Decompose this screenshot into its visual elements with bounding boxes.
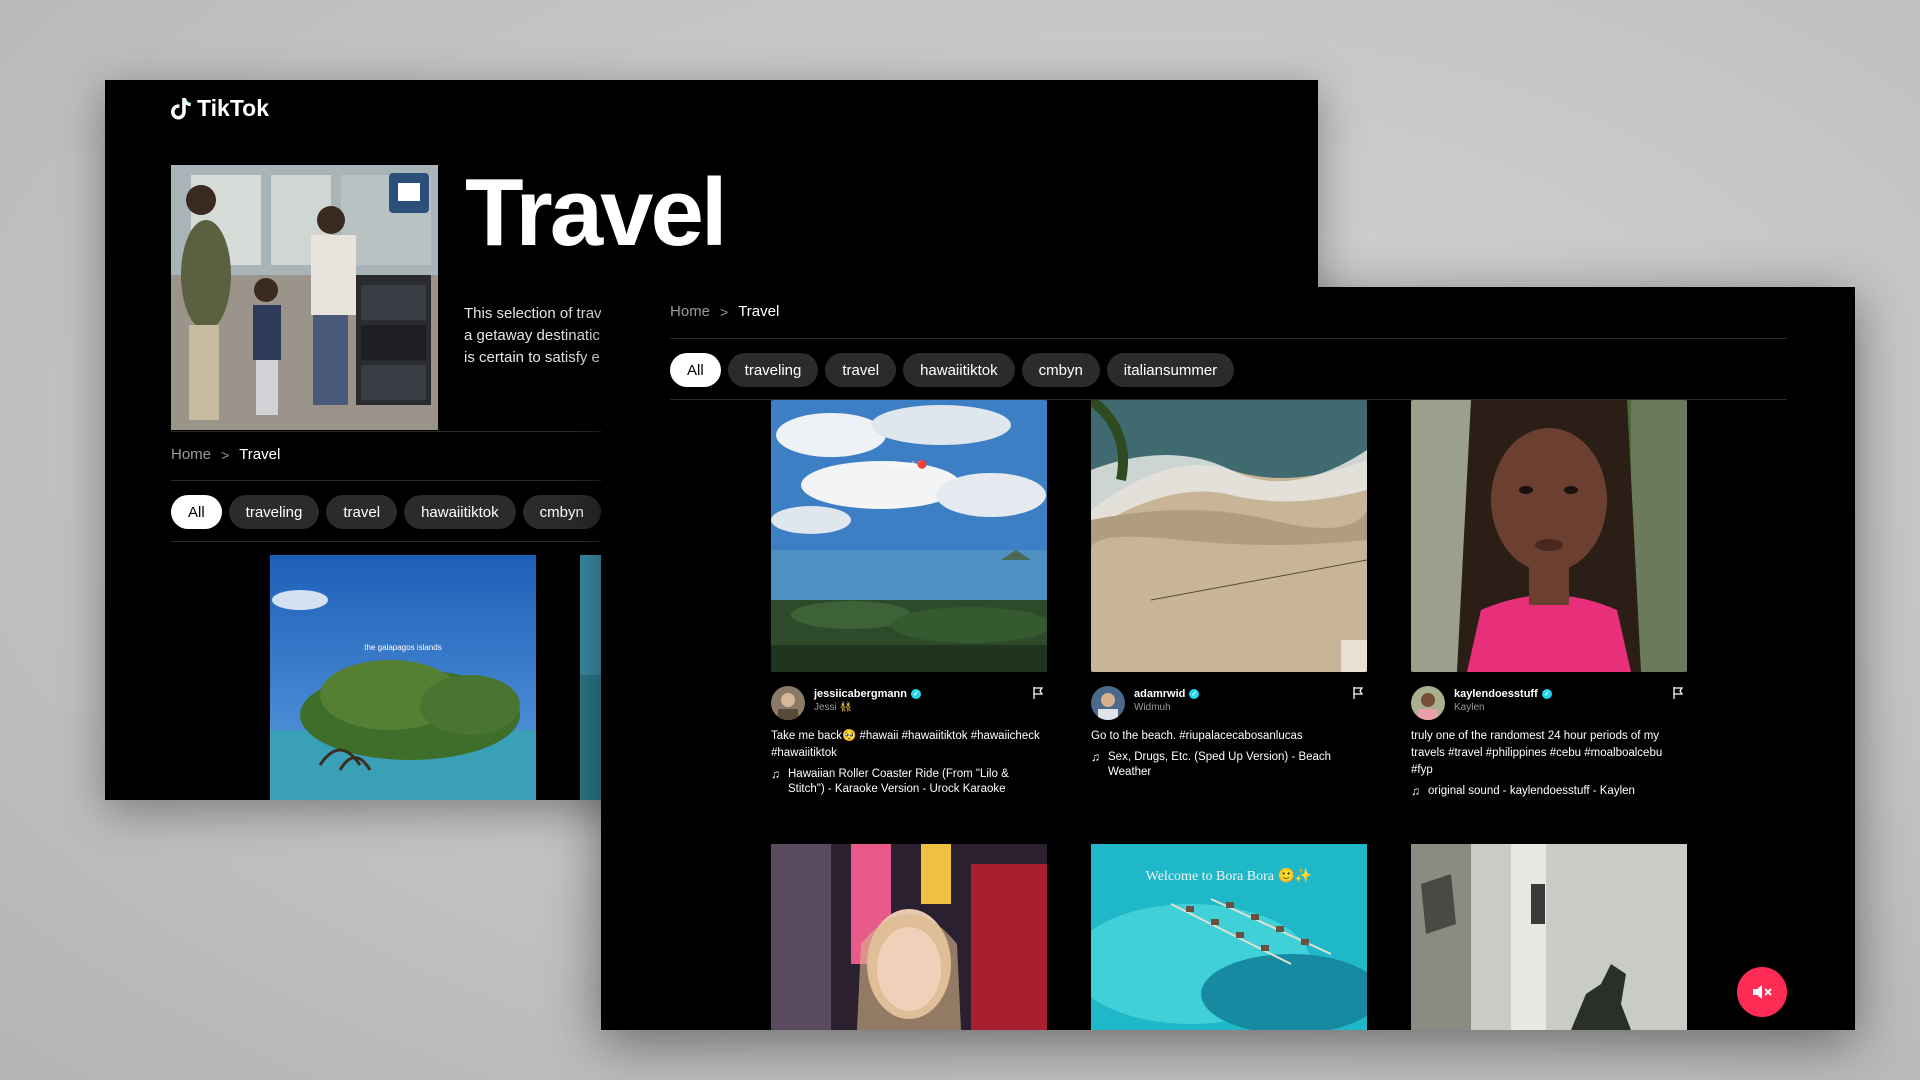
tag-chip-cmbyn[interactable]: cmbyn	[1021, 353, 1100, 387]
description-line: a getaway destinatic	[464, 327, 600, 344]
tag-chip-hawaiitiktok[interactable]: hawaiitiktok	[404, 495, 516, 529]
foreground-window: Home > Travel All traveling travel hawai…	[601, 287, 1855, 1030]
description-line: is certain to satisfy e	[464, 349, 600, 366]
flag-icon[interactable]	[1671, 686, 1685, 700]
username-text: kaylendoesstuff	[1454, 688, 1538, 700]
breadcrumb-home-link[interactable]: Home	[670, 303, 710, 320]
video-thumbnail[interactable]	[771, 844, 1047, 1030]
mute-toggle-button[interactable]	[1737, 967, 1787, 1017]
nickname: Kaylen	[1454, 702, 1485, 713]
tiktok-logo-icon	[171, 97, 192, 120]
tag-chip-travel[interactable]: travel	[326, 495, 398, 529]
avatar[interactable]	[1411, 686, 1445, 720]
tag-chip-italiansummer[interactable]: italiansummer	[1106, 353, 1235, 387]
thumbnail-overlay-text: Hawaii 🔴	[891, 460, 928, 469]
hero-image	[171, 165, 438, 430]
nickname: Widmuh	[1134, 702, 1171, 713]
avatar[interactable]	[1091, 686, 1125, 720]
tag-chip-traveling[interactable]: traveling	[228, 495, 320, 529]
speaker-muted-icon	[1753, 985, 1772, 999]
thumbnail-overlay-text: Welcome to Bora Bora 🙂✨	[1145, 869, 1313, 884]
video-thumbnail[interactable]	[1091, 400, 1367, 672]
tag-filter-bar: All traveling travel hawaiitiktok cmbyn	[171, 495, 601, 529]
tiktok-logo[interactable]: TikTok	[171, 95, 269, 122]
username[interactable]: jessiicabergmann ✓	[814, 688, 921, 700]
breadcrumb-current: Travel	[738, 303, 780, 320]
avatar[interactable]	[771, 686, 805, 720]
divider	[670, 338, 1787, 339]
tag-chip-traveling[interactable]: traveling	[727, 353, 819, 387]
username[interactable]: adamrwid ✓	[1134, 688, 1200, 700]
tag-chip-travel[interactable]: travel	[825, 353, 897, 387]
username-text: jessiicabergmann	[814, 688, 907, 700]
video-card[interactable]: kaylendoesstuff ✓ Kaylen truly one of th…	[1411, 400, 1687, 799]
video-author: kaylendoesstuff ✓ Kaylen	[1411, 686, 1687, 720]
verified-badge-icon: ✓	[910, 689, 921, 699]
video-thumbnail[interactable]: Hawaii 🔴	[771, 400, 1047, 672]
chevron-right-icon: >	[221, 446, 230, 463]
music-info[interactable]: ♫ Sex, Drugs, Etc. (Sped Up Version) - B…	[1091, 750, 1367, 780]
breadcrumb: Home > Travel	[171, 446, 280, 463]
music-title: Sex, Drugs, Etc. (Sped Up Version) - Bea…	[1108, 751, 1332, 778]
verified-badge-icon: ✓	[1541, 689, 1552, 699]
video-caption: Take me back🥺 #hawaii #hawaiitiktok #haw…	[771, 730, 1040, 759]
tag-chip-hawaiitiktok[interactable]: hawaiitiktok	[903, 353, 1015, 387]
video-card[interactable]: Hawaii 🔴 jessiicabergmann ✓ Jessi 👯 Take…	[771, 400, 1047, 797]
music-info[interactable]: ♫ original sound - kaylendoesstuff - Kay…	[1411, 784, 1687, 799]
tag-chip-cmbyn[interactable]: cmbyn	[522, 495, 601, 529]
music-note-icon: ♫	[771, 767, 780, 781]
breadcrumb: Home > Travel	[670, 303, 779, 320]
divider	[171, 431, 611, 432]
username-text: adamrwid	[1134, 688, 1186, 700]
flag-icon[interactable]	[1351, 686, 1365, 700]
page-title: Travel	[465, 159, 728, 266]
video-card[interactable]: adamrwid ✓ Widmuh Go to the beach. #riup…	[1091, 400, 1367, 780]
verified-badge-icon: ✓	[1189, 689, 1200, 699]
description-line: This selection of trav	[464, 305, 602, 322]
flag-icon[interactable]	[1031, 686, 1045, 700]
divider	[171, 541, 611, 542]
video-caption: truly one of the randomest 24 hour perio…	[1411, 730, 1663, 776]
video-thumbnail[interactable]	[1411, 844, 1687, 1030]
thumbnail-overlay-text: the galapagos islands	[364, 643, 442, 652]
breadcrumb-home-link[interactable]: Home	[171, 446, 211, 463]
music-note-icon: ♫	[1411, 784, 1420, 798]
breadcrumb-current: Travel	[239, 446, 281, 463]
video-thumbnail[interactable]: the galapagos islands	[270, 555, 536, 800]
music-note-icon: ♫	[1091, 750, 1100, 764]
tag-filter-bar: All traveling travel hawaiitiktok cmbyn …	[670, 353, 1235, 387]
music-title: Hawaiian Roller Coaster Ride (From "Lilo…	[788, 768, 1009, 795]
tag-chip-all[interactable]: All	[171, 495, 222, 529]
music-title: original sound - kaylendoesstuff - Kayle…	[1428, 785, 1635, 797]
tiktok-wordmark: TikTok	[197, 95, 269, 121]
video-author: jessiicabergmann ✓ Jessi 👯	[771, 686, 1047, 720]
music-info[interactable]: ♫ Hawaiian Roller Coaster Ride (From "Li…	[771, 767, 1047, 797]
nickname: Jessi 👯	[814, 702, 853, 713]
video-author: adamrwid ✓ Widmuh	[1091, 686, 1367, 720]
video-thumbnail[interactable]: Welcome to Bora Bora 🙂✨	[1091, 844, 1367, 1030]
tag-chip-all[interactable]: All	[670, 353, 721, 387]
video-thumbnail[interactable]	[1411, 400, 1687, 672]
divider	[171, 480, 611, 481]
page-description: This selection of trav a getaway destina…	[464, 303, 610, 369]
username[interactable]: kaylendoesstuff ✓	[1454, 688, 1552, 700]
chevron-right-icon: >	[720, 303, 729, 320]
video-caption: Go to the beach. #riupalacecabosanlucas	[1091, 730, 1303, 742]
